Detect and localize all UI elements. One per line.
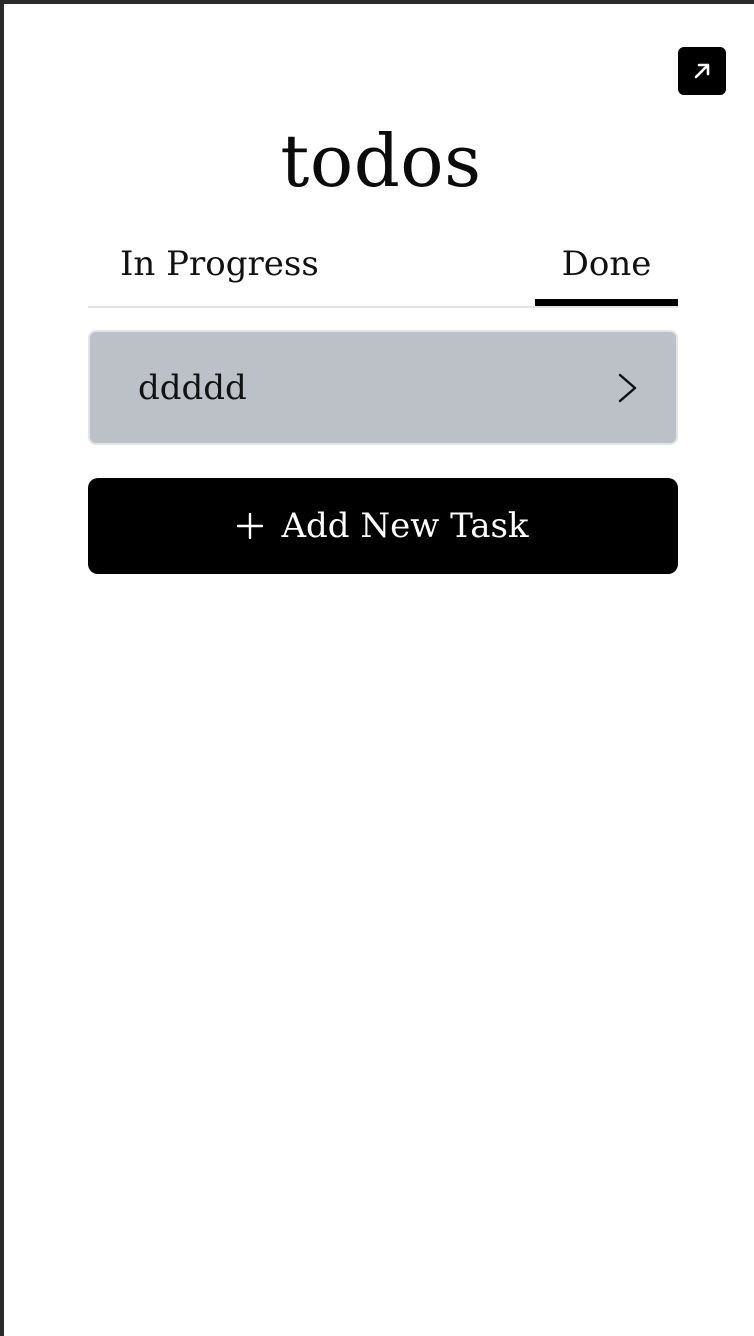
app-frame: todos In Progress Done ddddd Add New Tas…: [0, 0, 754, 1336]
add-new-task-button[interactable]: Add New Task: [88, 478, 678, 574]
active-tab-indicator: [535, 299, 678, 306]
add-new-task-label: Add New Task: [281, 506, 529, 546]
tab-in-progress[interactable]: In Progress: [120, 236, 319, 304]
tab-done[interactable]: Done: [535, 236, 678, 306]
tab-done-label: Done: [561, 244, 652, 284]
page-title: todos: [280, 119, 482, 203]
expand-button[interactable]: [678, 47, 726, 95]
chevron-right-icon: [618, 373, 637, 403]
task-title: ddddd: [138, 368, 247, 408]
arrow-up-right-icon: [694, 63, 710, 79]
plus-icon: [237, 513, 264, 539]
task-item[interactable]: ddddd: [88, 330, 678, 445]
tab-bar: In Progress Done: [88, 236, 678, 308]
